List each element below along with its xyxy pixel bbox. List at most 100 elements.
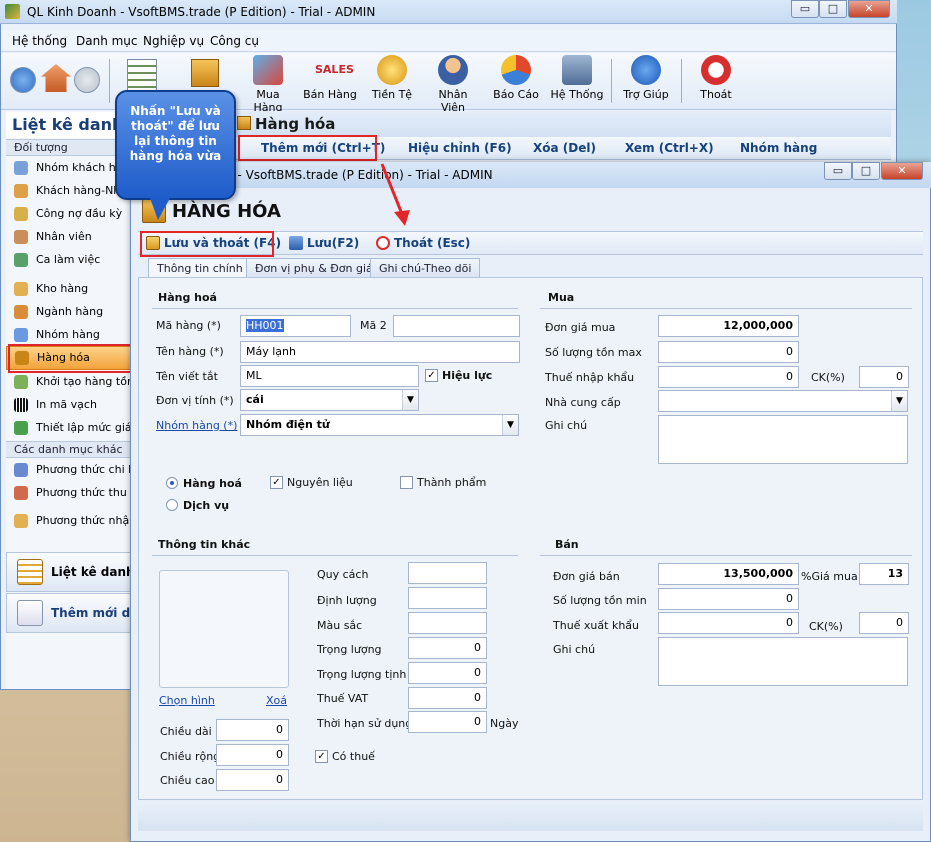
edit-button[interactable]: Hiệu chỉnh (F6) [408,141,512,155]
nav-phuong-thuc-thu[interactable]: Phương thức thu kh [6,482,132,504]
don-vi-select[interactable]: cái ▼ [240,389,419,411]
xoa-hinh-link[interactable]: Xoá [266,694,287,707]
nhom-hang-link[interactable]: Nhóm hàng (*) [156,419,237,432]
ck-ban-input[interactable]: 0 [859,612,909,634]
big-btn-liet-ke[interactable]: Liệt kê danh m [6,552,132,592]
thue-vat-input[interactable]: 0 [408,687,487,709]
nav-in-ma-vach[interactable]: In mã vạch [6,394,132,416]
nguyen-lieu-label: Nguyên liệu [287,476,353,489]
nav-nhan-vien[interactable]: Nhân viên [6,226,132,248]
ghi-chu-ban-input[interactable] [658,637,908,686]
view-button[interactable]: Xem (Ctrl+X) [625,141,714,155]
box-icon[interactable] [191,59,219,87]
thue-xk-input[interactable]: 0 [658,612,799,634]
group-button[interactable]: Nhóm hàng [740,141,817,155]
chieu-cao-input[interactable]: 0 [216,769,289,791]
nav-phuong-thuc-nhap[interactable]: Phương thức nhập [6,510,132,532]
nav-nhom-hang[interactable]: Nhóm hàng [6,324,132,346]
toolbar-tien-te[interactable]: Tiền Tệ [365,55,419,101]
ten-viet-tat-input[interactable]: ML [240,365,419,387]
radio-dich-vu[interactable] [166,499,178,511]
chevron-down-icon[interactable]: ▼ [402,390,418,410]
quy-cach-input[interactable] [408,562,487,584]
toolbar-mua-hang[interactable]: Mua Hàng [241,55,295,114]
tab-thong-tin-chinh[interactable]: Thông tin chính [148,258,252,279]
ma2-label: Mã 2 [360,319,387,332]
mau-sac-input[interactable] [408,612,487,634]
forward-icon[interactable] [74,67,100,93]
chon-hinh-link[interactable]: Chọn hình [159,694,215,707]
nav-phuong-thuc-chi[interactable]: Phương thức chi kh [6,459,132,481]
quy-cach-label: Quy cách [317,568,369,581]
ma-hang-input[interactable]: HH001 [240,315,351,337]
exit-button[interactable]: Thoát (Esc) [376,236,470,250]
ma2-input[interactable] [393,315,520,337]
chieu-dai-input[interactable]: 0 [216,719,289,741]
back-icon[interactable] [10,67,36,93]
menu-cong-cu[interactable]: Công cụ [210,34,259,48]
toolbar-thoat[interactable]: Thoát [693,55,739,101]
toolbar-nhan-vien[interactable]: Nhân Viên [426,55,480,114]
minimize-button[interactable]: ▭ [791,0,819,18]
nhom-hang-value: Nhóm điện tử [246,418,330,431]
ncc-select[interactable]: ▼ [658,390,908,412]
product-image-box[interactable] [159,570,289,688]
toolbar-tro-giup[interactable]: Trợ Giúp [620,55,672,101]
nav-label: Phương thức chi kh [36,463,132,476]
thue-nk-input[interactable]: 0 [658,366,799,388]
init-stock-icon [14,375,28,389]
toolbar-he-thong[interactable]: Hệ Thống [550,55,604,101]
nav-ca-lam-viec[interactable]: Ca làm việc [6,249,132,271]
nguyen-lieu-checkbox[interactable]: ✓ [270,476,283,489]
nav-nganh-hang[interactable]: Ngành hàng [6,301,132,323]
content-header: Hàng hóa [233,111,891,137]
home-icon[interactable] [41,64,71,92]
toolbar-ban-hang[interactable]: SALES Bán Hàng [303,55,357,101]
tab-ghi-chu[interactable]: Ghi chú-Theo dõi [370,258,481,278]
section-danh-muc-khac[interactable]: Các danh mục khác [6,441,132,458]
form-close-button[interactable]: ✕ [881,162,923,180]
big-btn-them-moi[interactable]: Thêm mới dan [6,593,132,633]
section-doi-tuong[interactable]: Đối tượng [6,139,132,156]
nav-kho-hang[interactable]: Kho hàng [6,278,132,300]
chieu-rong-input[interactable]: 0 [216,744,289,766]
thanh-pham-checkbox[interactable] [400,476,413,489]
ton-min-input[interactable]: 0 [658,588,799,610]
trong-luong-input[interactable]: 0 [408,637,487,659]
trong-luong-tinh-input[interactable]: 0 [408,662,487,684]
don-gia-ban-input[interactable]: 13,500,000 [658,563,799,585]
form-minimize-button[interactable]: ▭ [824,162,852,180]
delete-button[interactable]: Xóa (Del) [533,141,596,155]
nav-thiet-lap-muc-gia[interactable]: Thiết lập mức giá [6,417,132,439]
thoi-han-input[interactable]: 0 [408,711,487,733]
nav-khach-hang[interactable]: Khách hàng-Nh [6,180,132,202]
dinh-luong-input[interactable] [408,587,487,609]
hieu-luc-checkbox[interactable]: ✓ [425,369,438,382]
nav-khoi-tao-hang-ton[interactable]: Khởi tạo hàng tồn [6,371,132,393]
ton-max-input[interactable]: 0 [658,341,799,363]
ten-hang-input[interactable]: Máy lạnh [240,341,520,363]
nav-nhom-khach-hang[interactable]: Nhóm khách hà [6,157,132,179]
pct-gia-mua-input[interactable]: 13 [859,563,909,585]
form-maximize-button[interactable]: □ [852,162,880,180]
don-gia-mua-input[interactable]: 12,000,000 [658,315,799,337]
menu-nghiep-vu[interactable]: Nghiệp vụ [143,34,204,48]
nav-cong-no[interactable]: Công nợ đầu kỳ [6,203,132,225]
toolbar-bao-cao[interactable]: Báo Cáo [491,55,541,101]
nav-label: Ngành hàng [36,305,104,318]
save-button[interactable]: Lưu(F2) [289,236,359,250]
close-button[interactable]: ✕ [848,0,890,18]
nhom-hang-select[interactable]: Nhóm điện tử ▼ [240,414,519,436]
menu-danh-muc[interactable]: Danh mục [76,34,138,48]
maximize-button[interactable]: □ [819,0,847,18]
chevron-down-icon[interactable]: ▼ [502,415,518,435]
ton-min-label: Số lượng tồn min [553,594,647,607]
radio-hang-hoa[interactable] [166,477,178,489]
chevron-down-icon[interactable]: ▼ [891,391,907,411]
menu-he-thong[interactable]: Hệ thống [12,34,67,48]
ck-mua-input[interactable]: 0 [859,366,909,388]
co-thue-checkbox[interactable]: ✓ [315,750,328,763]
tab-don-vi-phu[interactable]: Đơn vị phụ & Đơn giá [246,258,382,278]
ghi-chu-mua-input[interactable] [658,415,908,464]
ck-mua-label: CK(%) [811,371,845,384]
